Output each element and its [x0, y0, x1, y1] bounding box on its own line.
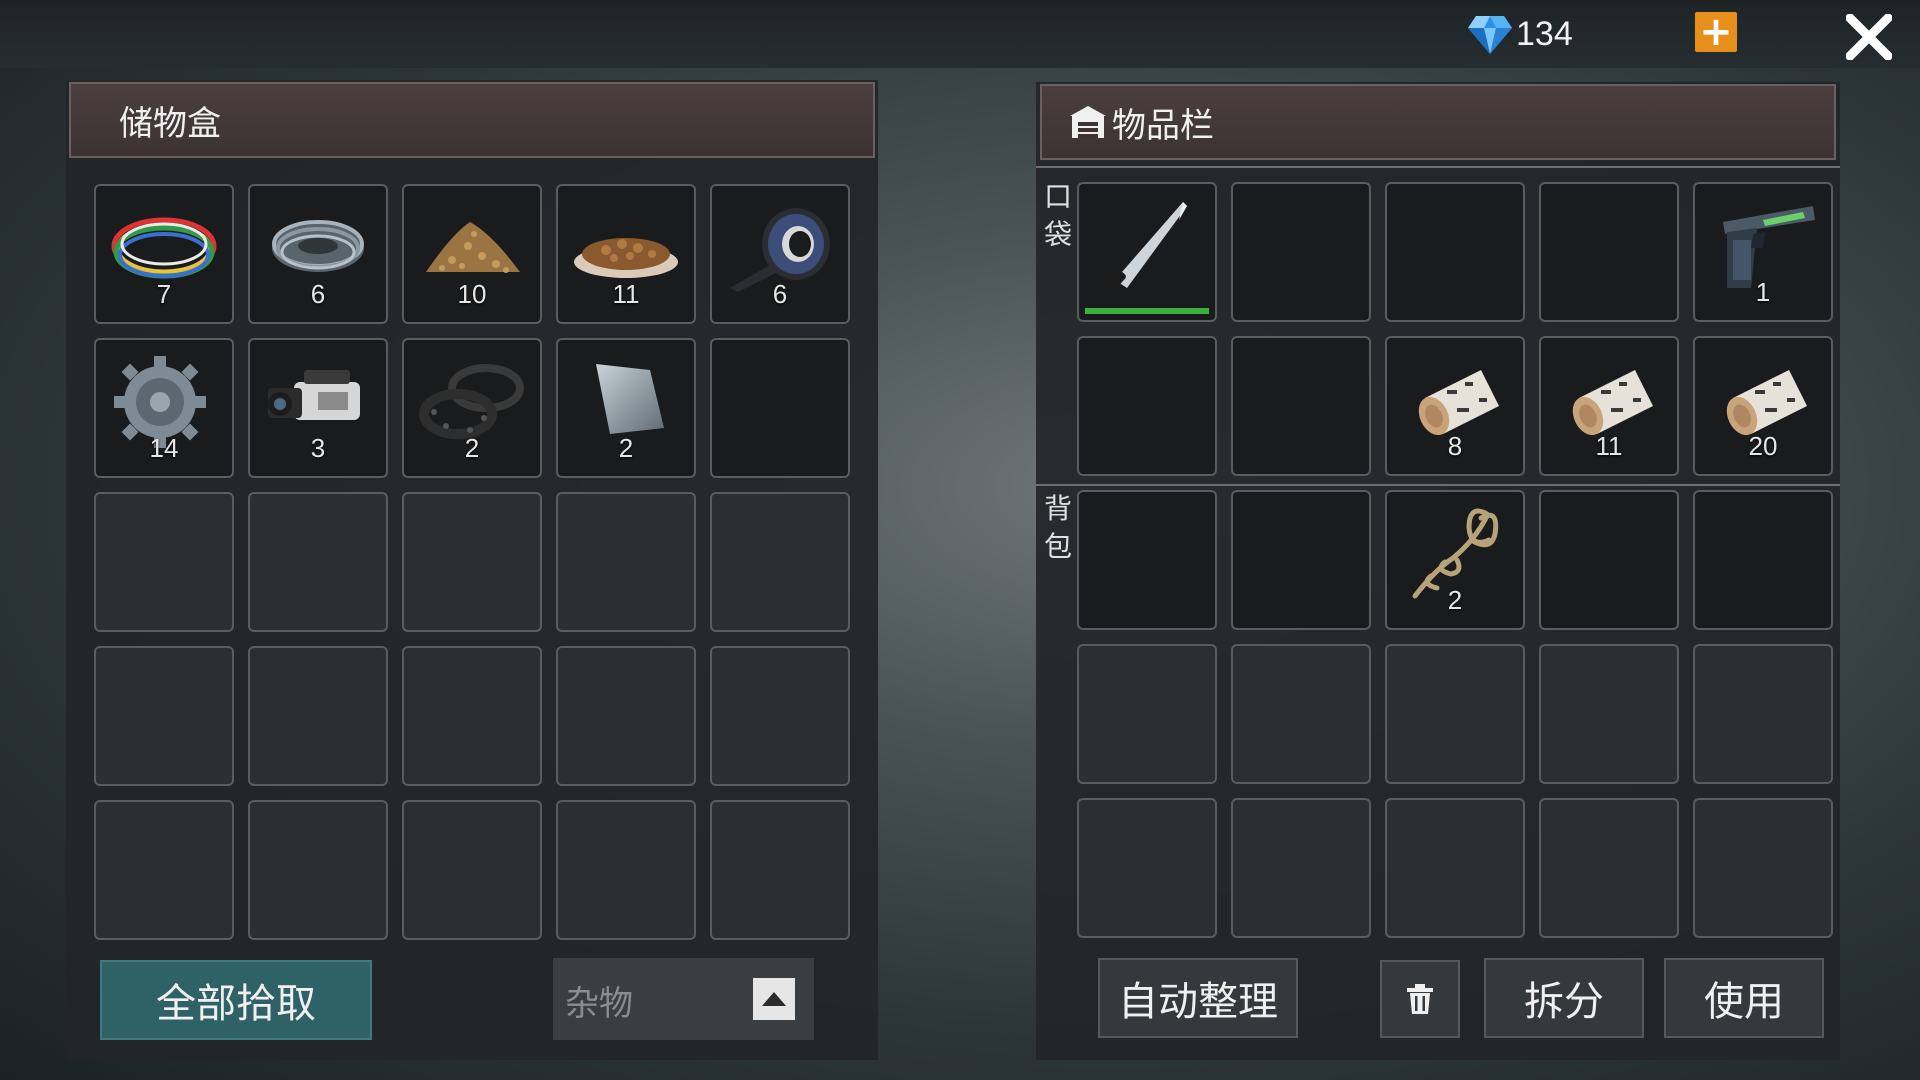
backpack-slot[interactable]	[1539, 798, 1679, 938]
top-bar: 134 +	[0, 0, 1920, 68]
inventory-title: 物品栏	[1112, 105, 1214, 146]
storage-slot[interactable]: 6	[710, 184, 850, 324]
storage-slot[interactable]	[556, 492, 696, 632]
storage-slot[interactable]	[556, 646, 696, 786]
item-count: 6	[772, 279, 788, 309]
storage-slot[interactable]: 3	[248, 338, 388, 478]
item-count: 2	[464, 433, 480, 463]
inventory-header: 物品栏	[1040, 84, 1836, 160]
backpack-slot[interactable]	[1385, 798, 1525, 938]
backpack-slot[interactable]: 2	[1385, 490, 1525, 630]
pocket-slot[interactable]	[1231, 336, 1371, 476]
split-button[interactable]: 拆分	[1484, 958, 1644, 1038]
backpack-slot[interactable]	[1693, 798, 1833, 938]
item-count: 20	[1748, 431, 1778, 461]
item-count: 11	[1595, 431, 1623, 461]
pocket-slot[interactable]: 20	[1693, 336, 1833, 476]
item-count: 2	[1447, 585, 1463, 615]
storage-slot[interactable]: 7	[94, 184, 234, 324]
trash-icon	[1407, 984, 1433, 1014]
close-button[interactable]	[1840, 8, 1898, 66]
filter-selected-label: 杂物	[565, 984, 633, 1024]
storage-slot[interactable]	[710, 646, 850, 786]
storage-slot[interactable]	[710, 492, 850, 632]
backpack-slot[interactable]	[1231, 644, 1371, 784]
close-icon	[1846, 14, 1892, 60]
storage-slot[interactable]	[248, 646, 388, 786]
storage-slot[interactable]: 6	[248, 184, 388, 324]
backpack-label: 背包	[1043, 492, 1072, 563]
pocket-slot[interactable]	[1385, 182, 1525, 322]
item-count: 8	[1447, 431, 1463, 461]
category-filter-dropdown[interactable]: 杂物	[553, 958, 814, 1040]
backpack-slot[interactable]	[1385, 644, 1525, 784]
backpack-slot[interactable]	[1693, 490, 1833, 630]
storage-slot[interactable]: 14	[94, 338, 234, 478]
pocket-label: 口袋	[1043, 180, 1072, 251]
storage-slot[interactable]	[556, 800, 696, 940]
backpack-slot[interactable]	[1077, 644, 1217, 784]
machete-icon	[1102, 202, 1187, 295]
storage-slot[interactable]: 11	[556, 184, 696, 324]
storage-slot[interactable]	[248, 800, 388, 940]
pocket-slot[interactable]	[1077, 182, 1217, 322]
pickup-all-button[interactable]: 全部拾取	[100, 960, 372, 1040]
pocket-slot[interactable]	[1077, 336, 1217, 476]
item-count: 11	[612, 279, 640, 309]
add-gems-button[interactable]: +	[1695, 12, 1737, 52]
auto-sort-button[interactable]: 自动整理	[1098, 958, 1298, 1038]
diamond-icon	[1468, 16, 1512, 54]
pocket-slot[interactable]: 8	[1385, 336, 1525, 476]
backpack-slot[interactable]	[1077, 798, 1217, 938]
durability-bar	[1085, 308, 1209, 314]
gem-balance: 134	[1466, 10, 1573, 58]
backpack-slot[interactable]	[1539, 490, 1679, 630]
gem-count: 134	[1516, 14, 1573, 53]
item-count: 14	[149, 433, 179, 463]
storage-slot[interactable]	[248, 492, 388, 632]
delete-button[interactable]	[1380, 960, 1460, 1038]
use-button[interactable]: 使用	[1664, 958, 1824, 1038]
pocket-slot[interactable]: 11	[1539, 336, 1679, 476]
backpack-slot[interactable]	[1077, 490, 1217, 630]
item-count: 6	[310, 279, 326, 309]
storage-slot[interactable]: 2	[556, 338, 696, 478]
storage-header: 储物盒	[69, 82, 875, 158]
storage-slot[interactable]	[710, 338, 850, 478]
storage-slot[interactable]	[94, 492, 234, 632]
dropdown-toggle[interactable]	[753, 978, 795, 1020]
storage-slot[interactable]	[402, 800, 542, 940]
backpack-slot[interactable]	[1539, 644, 1679, 784]
pocket-slot[interactable]: 1	[1693, 182, 1833, 322]
storage-slot[interactable]	[94, 800, 234, 940]
triangle-up-icon	[762, 992, 786, 1006]
item-count: 10	[457, 279, 487, 309]
backpack-slot[interactable]	[1231, 798, 1371, 938]
storage-slot[interactable]	[94, 646, 234, 786]
backpack-slot[interactable]	[1693, 644, 1833, 784]
item-count: 1	[1755, 277, 1771, 307]
storage-slot[interactable]	[402, 492, 542, 632]
item-count: 2	[618, 433, 634, 463]
item-count: 7	[156, 279, 172, 309]
storage-slot[interactable]: 2	[402, 338, 542, 478]
pocket-slot[interactable]	[1539, 182, 1679, 322]
item-count: 3	[310, 433, 326, 463]
backpack-slot[interactable]	[1231, 490, 1371, 630]
plus-icon: +	[1699, 9, 1733, 55]
storage-title: 储物盒	[119, 103, 221, 144]
pocket-backpack-divider	[1036, 484, 1840, 486]
storage-slot[interactable]	[402, 646, 542, 786]
header-divider	[1036, 166, 1840, 168]
storage-building-icon	[1070, 106, 1106, 138]
storage-slot[interactable]	[710, 800, 850, 940]
pocket-slot[interactable]	[1231, 182, 1371, 322]
storage-slot[interactable]: 10	[402, 184, 542, 324]
